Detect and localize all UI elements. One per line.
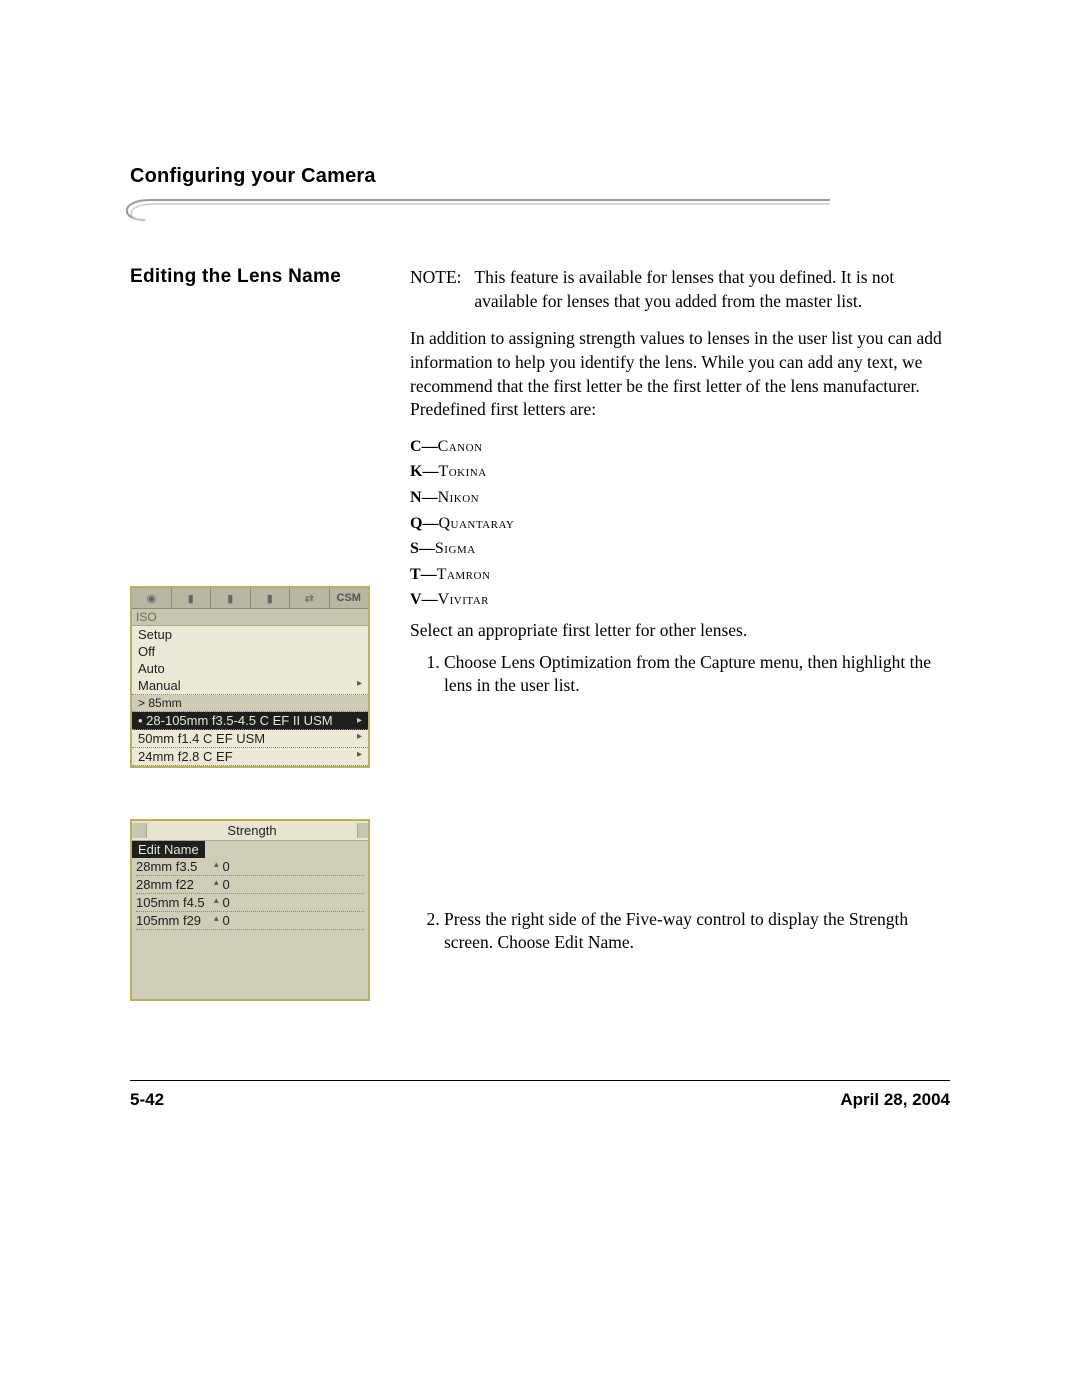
note-text: This feature is available for lenses tha… (474, 266, 944, 313)
lcd-row: Setup (132, 626, 368, 643)
mfg-item: C—Canon (410, 436, 950, 458)
strength-row: 28mm f3.5▴0 (136, 858, 364, 876)
tab-csm: CSM (330, 588, 369, 608)
lcd2-title: Strength (147, 823, 357, 838)
arrow-icon: ▴ (214, 877, 219, 892)
tab-icon: ▮ (211, 588, 251, 608)
footer-rule (130, 1080, 950, 1081)
arrow-icon: ▴ (214, 913, 219, 928)
manufacturer-list: C—Canon K—Tokina N—Nikon Q—Quantaray S—S… (410, 436, 950, 611)
lcd-row: Off (132, 643, 368, 660)
mfg-item: S—Sigma (410, 538, 950, 560)
mfg-item: K—Tokina (410, 461, 950, 483)
arrow-right-icon: ▸ (357, 715, 362, 726)
arrow-right-icon: ▸ (357, 749, 362, 760)
left-column: Editing the Lens Name (130, 266, 410, 288)
lcd-row: 24mm f2.8 C EF▸ (132, 748, 368, 766)
lcd-iso-label: ISO (132, 609, 368, 626)
camera-lcd-strength: Strength Edit Name 28mm f3.5▴0 28mm f22▴… (130, 819, 370, 1001)
lcd-row: 50mm f1.4 C EF USM▸ (132, 730, 368, 748)
lcd-row-divider: > 85mm (132, 695, 368, 712)
strength-row: 105mm f4.5▴0 (136, 894, 364, 912)
steps-list: Choose Lens Optimization from the Captur… (410, 651, 950, 956)
mfg-item: V—Vivitar (410, 589, 950, 611)
tab-icon: ▮ (251, 588, 291, 608)
tab-icon: ▮ (172, 588, 212, 608)
header-swoosh-decoration (110, 190, 830, 250)
lcd-tabbar: ◉ ▮ ▮ ▮ ⇄ CSM (132, 588, 368, 609)
strength-row: 105mm f29▴0 (136, 912, 364, 930)
mfg-item: Q—Quantaray (410, 513, 950, 535)
lcd-row-selected: • 28-105mm f3.5-4.5 C EF II USM▸ (132, 712, 368, 730)
camera-lcd-lens-list: ◉ ▮ ▮ ▮ ⇄ CSM ISO Setup Off Auto Manual▸… (130, 586, 370, 768)
arrow-icon: ▴ (214, 895, 219, 910)
step-2: Press the right side of the Five-way con… (444, 908, 950, 955)
arrow-right-icon: ▸ (357, 678, 362, 689)
tab-icon: ⇄ (290, 588, 330, 608)
note-label: NOTE: (410, 266, 470, 290)
manual-page: Configuring your Camera Editing the Lens… (0, 0, 1080, 1397)
intro-paragraph: In addition to assigning strength values… (410, 327, 950, 422)
section-title: Editing the Lens Name (130, 266, 410, 288)
chapter-title: Configuring your Camera (130, 165, 950, 188)
strength-row: 28mm f22▴0 (136, 876, 364, 894)
mfg-item: T—Tamron (410, 564, 950, 586)
page-number: 5-42 (130, 1090, 164, 1110)
arrow-right-icon: ▸ (357, 731, 362, 742)
lcd2-header: Strength (132, 821, 368, 841)
mfg-item: N—Nikon (410, 487, 950, 509)
lcd2-selected-item: Edit Name (132, 841, 205, 858)
select-other-text: Select an appropriate first letter for o… (410, 619, 950, 643)
lcd-row: Manual▸ (132, 677, 368, 695)
lcd-row: Auto (132, 660, 368, 677)
step-1: Choose Lens Optimization from the Captur… (444, 651, 950, 698)
note-block: NOTE: This feature is available for lens… (410, 266, 950, 313)
page-footer: 5-42 April 28, 2004 (130, 1090, 950, 1110)
right-column: NOTE: This feature is available for lens… (410, 266, 950, 955)
arrow-icon: ▴ (214, 859, 219, 874)
tab-icon: ◉ (132, 588, 172, 608)
page-date: April 28, 2004 (840, 1090, 950, 1110)
